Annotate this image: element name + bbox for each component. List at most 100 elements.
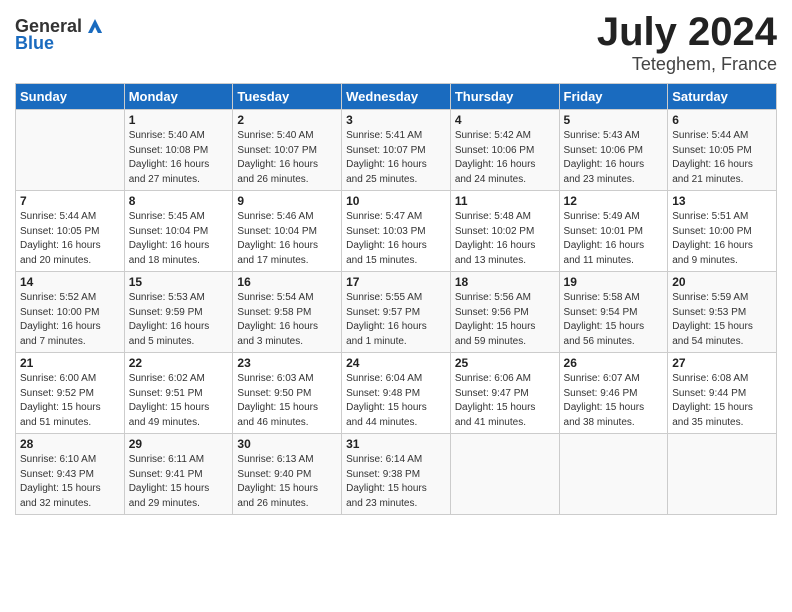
calendar-cell: 17 Sunrise: 5:55 AM Sunset: 9:57 PM Dayli…	[342, 272, 451, 353]
calendar-cell: 12 Sunrise: 5:49 AM Sunset: 10:01 PM Dayl…	[559, 191, 668, 272]
calendar-cell: 27Sunrise: 6:08 AM Sunset: 9:44 PM Dayli…	[668, 353, 777, 434]
day-info: Sunrise: 5:41 AM Sunset: 10:07 PM Daylig…	[346, 129, 446, 187]
day-number: 3	[346, 113, 446, 127]
calendar-cell: 11Sunrise: 5:48 AM Sunset: 10:02 PM Dayl…	[450, 191, 559, 272]
weekday-header-tuesday: Tuesday	[233, 84, 342, 110]
calendar-cell: 25 Sunrise: 6:06 AM Sunset: 9:47 PM Dayli…	[450, 353, 559, 434]
weekday-header-wednesday: Wednesday	[342, 84, 451, 110]
calendar-cell: 29 Sunrise: 6:11 AM Sunset: 9:41 PM Dayli…	[124, 434, 233, 515]
month-title: July 2024	[597, 10, 777, 54]
day-info: Sunrise: 5:40 AM Sunset: 10:07 PM Daylig…	[237, 129, 337, 187]
day-number: 23	[237, 356, 337, 370]
day-number: 21	[20, 356, 120, 370]
day-number: 4	[455, 113, 555, 127]
calendar-cell: 1Sunrise: 5:40 AM Sunset: 10:08 PM Dayli…	[124, 110, 233, 191]
day-number: 26	[564, 356, 664, 370]
weekday-header-saturday: Saturday	[668, 84, 777, 110]
calendar-table: SundayMondayTuesdayWednesdayThursdayFrid…	[15, 83, 777, 515]
day-info: Sunrise: 5:44 AM Sunset: 10:05 PM Daylig…	[672, 129, 772, 187]
day-number: 10	[346, 194, 446, 208]
day-info: Sunrise: 6:07 AM Sunset: 9:46 PM Dayligh…	[564, 372, 664, 430]
day-number: 6	[672, 113, 772, 127]
day-number: 29	[129, 437, 229, 451]
day-number: 9	[237, 194, 337, 208]
calendar-cell: 20Sunrise: 5:59 AM Sunset: 9:53 PM Dayli…	[668, 272, 777, 353]
day-info: Sunrise: 5:54 AM Sunset: 9:58 PM Dayligh…	[237, 291, 337, 349]
week-row-5: 28Sunrise: 6:10 AM Sunset: 9:43 PM Dayli…	[16, 434, 777, 515]
header: General Blue July 2024 Teteghem, France	[15, 10, 777, 75]
day-number: 30	[237, 437, 337, 451]
location-title: Teteghem, France	[597, 54, 777, 75]
calendar-cell: 31Sunrise: 6:14 AM Sunset: 9:38 PM Dayli…	[342, 434, 451, 515]
calendar-cell: 13 Sunrise: 5:51 AM Sunset: 10:00 PM Dayl…	[668, 191, 777, 272]
day-number: 18	[455, 275, 555, 289]
day-info: Sunrise: 6:08 AM Sunset: 9:44 PM Dayligh…	[672, 372, 772, 430]
calendar-cell: 8 Sunrise: 5:45 AM Sunset: 10:04 PM Dayli…	[124, 191, 233, 272]
day-info: Sunrise: 5:44 AM Sunset: 10:05 PM Daylig…	[20, 210, 120, 268]
day-info: Sunrise: 5:52 AM Sunset: 10:00 PM Daylig…	[20, 291, 120, 349]
day-number: 22	[129, 356, 229, 370]
day-info: Sunrise: 5:47 AM Sunset: 10:03 PM Daylig…	[346, 210, 446, 268]
day-info: Sunrise: 6:04 AM Sunset: 9:48 PM Dayligh…	[346, 372, 446, 430]
calendar-cell: 5 Sunrise: 5:43 AM Sunset: 10:06 PM Dayli…	[559, 110, 668, 191]
day-number: 13	[672, 194, 772, 208]
calendar-cell: 6 Sunrise: 5:44 AM Sunset: 10:05 PM Dayli…	[668, 110, 777, 191]
logo-blue-text: Blue	[15, 33, 54, 54]
day-info: Sunrise: 5:42 AM Sunset: 10:06 PM Daylig…	[455, 129, 555, 187]
calendar-cell: 10 Sunrise: 5:47 AM Sunset: 10:03 PM Dayl…	[342, 191, 451, 272]
calendar-cell: 18 Sunrise: 5:56 AM Sunset: 9:56 PM Dayli…	[450, 272, 559, 353]
day-info: Sunrise: 6:10 AM Sunset: 9:43 PM Dayligh…	[20, 453, 120, 511]
day-number: 5	[564, 113, 664, 127]
calendar-cell: 7 Sunrise: 5:44 AM Sunset: 10:05 PM Dayli…	[16, 191, 125, 272]
page-container: General Blue July 2024 Teteghem, France …	[0, 0, 792, 525]
day-number: 15	[129, 275, 229, 289]
day-number: 8	[129, 194, 229, 208]
calendar-cell: 26 Sunrise: 6:07 AM Sunset: 9:46 PM Dayli…	[559, 353, 668, 434]
calendar-cell: 4 Sunrise: 5:42 AM Sunset: 10:06 PM Dayli…	[450, 110, 559, 191]
day-info: Sunrise: 5:58 AM Sunset: 9:54 PM Dayligh…	[564, 291, 664, 349]
day-info: Sunrise: 6:13 AM Sunset: 9:40 PM Dayligh…	[237, 453, 337, 511]
week-row-2: 7 Sunrise: 5:44 AM Sunset: 10:05 PM Dayli…	[16, 191, 777, 272]
day-info: Sunrise: 6:06 AM Sunset: 9:47 PM Dayligh…	[455, 372, 555, 430]
weekday-header-thursday: Thursday	[450, 84, 559, 110]
calendar-cell: 30 Sunrise: 6:13 AM Sunset: 9:40 PM Dayli…	[233, 434, 342, 515]
week-row-4: 21 Sunrise: 6:00 AM Sunset: 9:52 PM Dayli…	[16, 353, 777, 434]
day-number: 25	[455, 356, 555, 370]
day-info: Sunrise: 6:00 AM Sunset: 9:52 PM Dayligh…	[20, 372, 120, 430]
day-info: Sunrise: 5:43 AM Sunset: 10:06 PM Daylig…	[564, 129, 664, 187]
calendar-cell: 14 Sunrise: 5:52 AM Sunset: 10:00 PM Dayl…	[16, 272, 125, 353]
day-info: Sunrise: 5:53 AM Sunset: 9:59 PM Dayligh…	[129, 291, 229, 349]
title-block: July 2024 Teteghem, France	[597, 10, 777, 75]
day-info: Sunrise: 6:03 AM Sunset: 9:50 PM Dayligh…	[237, 372, 337, 430]
calendar-cell	[559, 434, 668, 515]
day-number: 14	[20, 275, 120, 289]
weekday-header-row: SundayMondayTuesdayWednesdayThursdayFrid…	[16, 84, 777, 110]
day-number: 7	[20, 194, 120, 208]
day-number: 16	[237, 275, 337, 289]
logo: General Blue	[15, 15, 106, 54]
calendar-cell	[450, 434, 559, 515]
day-number: 19	[564, 275, 664, 289]
day-number: 1	[129, 113, 229, 127]
day-number: 31	[346, 437, 446, 451]
calendar-cell: 15 Sunrise: 5:53 AM Sunset: 9:59 PM Dayli…	[124, 272, 233, 353]
day-number: 2	[237, 113, 337, 127]
logo-icon	[84, 15, 106, 37]
day-number: 20	[672, 275, 772, 289]
day-info: Sunrise: 5:55 AM Sunset: 9:57 PM Dayligh…	[346, 291, 446, 349]
calendar-cell: 3 Sunrise: 5:41 AM Sunset: 10:07 PM Dayli…	[342, 110, 451, 191]
day-number: 17	[346, 275, 446, 289]
day-number: 12	[564, 194, 664, 208]
day-info: Sunrise: 5:49 AM Sunset: 10:01 PM Daylig…	[564, 210, 664, 268]
weekday-header-sunday: Sunday	[16, 84, 125, 110]
weekday-header-monday: Monday	[124, 84, 233, 110]
week-row-1: 1Sunrise: 5:40 AM Sunset: 10:08 PM Dayli…	[16, 110, 777, 191]
day-info: Sunrise: 6:11 AM Sunset: 9:41 PM Dayligh…	[129, 453, 229, 511]
calendar-cell: 28Sunrise: 6:10 AM Sunset: 9:43 PM Dayli…	[16, 434, 125, 515]
calendar-cell: 23 Sunrise: 6:03 AM Sunset: 9:50 PM Dayli…	[233, 353, 342, 434]
day-info: Sunrise: 5:56 AM Sunset: 9:56 PM Dayligh…	[455, 291, 555, 349]
day-info: Sunrise: 5:45 AM Sunset: 10:04 PM Daylig…	[129, 210, 229, 268]
calendar-cell: 21 Sunrise: 6:00 AM Sunset: 9:52 PM Dayli…	[16, 353, 125, 434]
day-info: Sunrise: 5:51 AM Sunset: 10:00 PM Daylig…	[672, 210, 772, 268]
week-row-3: 14 Sunrise: 5:52 AM Sunset: 10:00 PM Dayl…	[16, 272, 777, 353]
